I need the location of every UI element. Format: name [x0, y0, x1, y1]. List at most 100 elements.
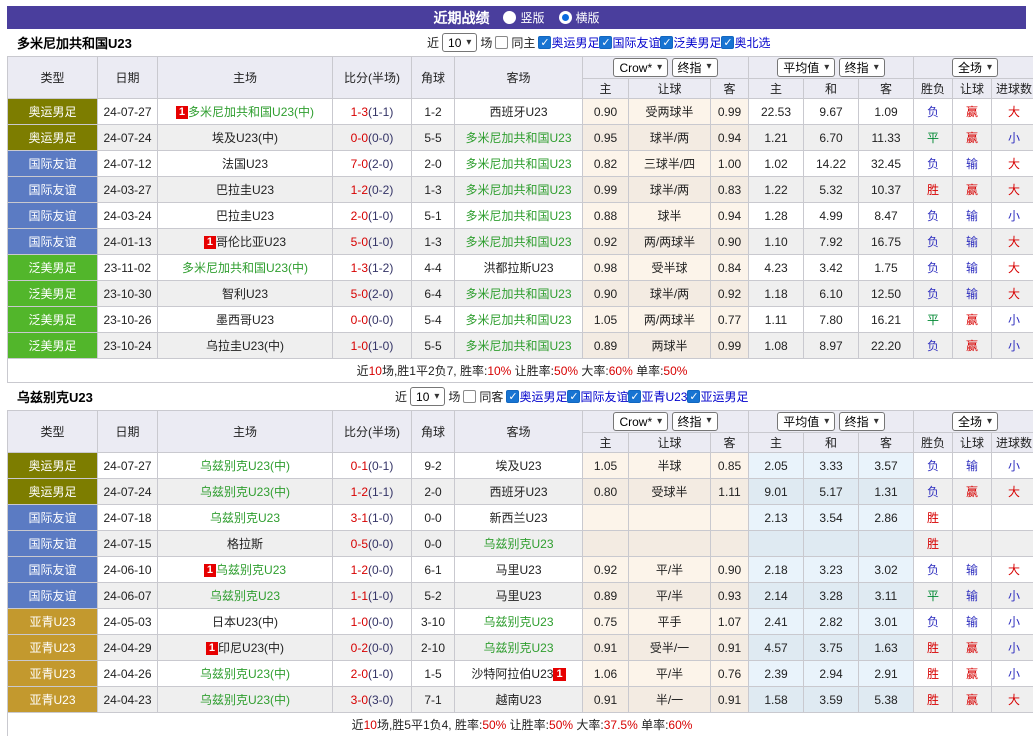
team-name: 马里U23 — [495, 589, 541, 603]
bookmaker-select[interactable]: Crow*▾ — [613, 412, 668, 431]
table-row: 国际友谊24-07-15格拉斯0-5(0-0)0-0乌兹别克U23胜 — [8, 531, 1033, 557]
competition-checkbox[interactable]: ✓ — [687, 390, 700, 403]
table-row: 国际友谊24-06-101乌兹别克U231-2(0-0)6-1马里U230.92… — [8, 557, 1033, 583]
away-odds: 0.92 — [711, 281, 749, 307]
home-team-cell: 乌兹别克U23(中) — [158, 661, 333, 687]
away-odds: 0.90 — [711, 557, 749, 583]
result-goals: 大 — [992, 281, 1033, 307]
corner-score: 2-0 — [412, 151, 455, 177]
result-handicap: 输 — [953, 203, 992, 229]
match-date: 24-01-13 — [98, 229, 158, 255]
scope-select[interactable]: 全场▾ — [952, 412, 998, 431]
competition-checkbox[interactable]: ✓ — [721, 36, 734, 49]
result-handicap — [953, 505, 992, 531]
competition-checkbox[interactable]: ✓ — [567, 390, 580, 403]
average-select[interactable]: 平均值▾ — [777, 412, 835, 431]
team-name: 墨西哥U23 — [216, 313, 274, 327]
halftime-score: (1-1) — [368, 485, 393, 499]
radio-vertical-label[interactable]: 竖版 — [520, 9, 544, 26]
table-row: 泛美男足23-11-02多米尼加共和国U23(中)1-3(1-2)4-4洪都拉斯… — [8, 255, 1033, 281]
average-select[interactable]: 平均值▾ — [777, 58, 835, 77]
final-odds-select[interactable]: 终指▾ — [672, 412, 718, 431]
radio-horizontal-icon[interactable] — [559, 11, 572, 24]
handicap-line: 半/一 — [629, 687, 711, 713]
competition-checkbox[interactable]: ✓ — [538, 36, 551, 49]
away-team-cell: 多米尼加共和国U23 — [455, 281, 583, 307]
competition-checkbox-label[interactable]: 奥运男足 — [551, 34, 599, 51]
score-cell: 0-0(0-0) — [333, 307, 412, 333]
handicap-line: 平手 — [629, 609, 711, 635]
halftime-score: (1-0) — [368, 209, 393, 223]
away-team-cell: 多米尼加共和国U23 — [455, 203, 583, 229]
result-handicap: 赢 — [953, 687, 992, 713]
avg-away-odds: 3.02 — [859, 557, 914, 583]
away-team-cell: 多米尼加共和国U23 — [455, 307, 583, 333]
result-goals: 小 — [992, 609, 1033, 635]
team-name: 多米尼加共和国U23 — [465, 183, 571, 197]
radio-horizontal-label[interactable]: 横版 — [576, 9, 600, 26]
avg-draw-odds: 7.92 — [804, 229, 859, 255]
away-team-cell: 乌兹别克U23 — [455, 635, 583, 661]
filter-controls: 近 10▾ 场 同客 ✓奥运男足✓国际友谊✓亚青U23✓亚运男足 — [395, 383, 749, 410]
competition-checkbox-label[interactable]: 亚运男足 — [700, 388, 748, 405]
final-odds-select-2[interactable]: 终指▾ — [839, 412, 885, 431]
competition-checkbox[interactable]: ✓ — [660, 36, 673, 49]
chevron-down-icon: ▾ — [987, 417, 992, 427]
radio-vertical-icon[interactable] — [503, 11, 516, 24]
final-odds-select[interactable]: 终指▾ — [672, 58, 718, 77]
radio-option-horizontal[interactable]: 横版 — [559, 9, 600, 26]
handicap-line: 球半 — [629, 203, 711, 229]
match-type-cell: 国际友谊 — [8, 177, 98, 203]
competition-checkbox-label[interactable]: 奥运男足 — [519, 388, 567, 405]
competition-checkbox[interactable]: ✓ — [506, 390, 519, 403]
avg-home-odds: 4.57 — [749, 635, 804, 661]
team-name: 法国U23 — [222, 157, 268, 171]
score-cell: 7-0(2-0) — [333, 151, 412, 177]
fulltime-score: 2-0 — [351, 209, 368, 223]
away-team-cell: 多米尼加共和国U23 — [455, 229, 583, 255]
results-body: 奥运男足24-07-27乌兹别克U23(中)0-1(0-1)9-2埃及U231.… — [8, 453, 1033, 713]
team-name: 乌兹别克U23(中) — [200, 459, 290, 473]
same-venue-checkbox[interactable] — [495, 36, 508, 49]
home-odds — [583, 531, 629, 557]
average-select-value: 平均值 — [783, 59, 819, 76]
competition-checkbox[interactable]: ✓ — [628, 390, 641, 403]
away-team-cell: 西班牙U23 — [455, 99, 583, 125]
match-count-select[interactable]: 10▾ — [442, 33, 477, 52]
col-result-wdl: 胜负 — [914, 79, 953, 99]
result-handicap: 赢 — [953, 307, 992, 333]
result-goals: 小 — [992, 453, 1033, 479]
summary-label: 场,胜1平2负7, 胜率: — [382, 364, 487, 378]
result-goals: 小 — [992, 333, 1033, 359]
scope-select[interactable]: 全场▾ — [952, 58, 998, 77]
competition-checkbox-label[interactable]: 亚青U23 — [641, 388, 687, 405]
home-team-cell: 乌拉圭U23(中) — [158, 333, 333, 359]
result-wdl: 胜 — [914, 635, 953, 661]
same-venue-checkbox[interactable] — [463, 390, 476, 403]
table-row: 国际友谊24-03-24巴拉圭U232-0(1-0)5-1多米尼加共和国U230… — [8, 203, 1033, 229]
radio-option-vertical[interactable]: 竖版 — [503, 9, 544, 26]
competition-checkbox-label[interactable]: 国际友谊 — [612, 34, 660, 51]
col-score: 比分(半场) — [333, 411, 412, 453]
home-team-cell: 1乌兹别克U23 — [158, 557, 333, 583]
competition-checkbox-label[interactable]: 国际友谊 — [580, 388, 628, 405]
table-row: 泛美男足23-10-26墨西哥U230-0(0-0)5-4多米尼加共和国U231… — [8, 307, 1033, 333]
fulltime-score: 3-0 — [351, 693, 368, 707]
score-cell: 3-1(1-0) — [333, 505, 412, 531]
team-name: 西班牙U23 — [489, 105, 547, 119]
score-cell: 1-1(1-0) — [333, 583, 412, 609]
competition-checkbox-label[interactable]: 奥北选 — [734, 34, 770, 51]
home-team-cell: 乌兹别克U23(中) — [158, 687, 333, 713]
match-count-select[interactable]: 10▾ — [410, 387, 445, 406]
corner-score: 4-4 — [412, 255, 455, 281]
match-type-cell: 奥运男足 — [8, 99, 98, 125]
home-team-cell: 埃及U23(中) — [158, 125, 333, 151]
competition-checkbox[interactable]: ✓ — [599, 36, 612, 49]
score-cell: 0-0(0-0) — [333, 125, 412, 151]
competition-checkbox-label[interactable]: 泛美男足 — [673, 34, 721, 51]
final-odds-select-2[interactable]: 终指▾ — [839, 58, 885, 77]
avg-home-odds: 2.18 — [749, 557, 804, 583]
away-team-cell: 埃及U23 — [455, 453, 583, 479]
bookmaker-select[interactable]: Crow*▾ — [613, 58, 668, 77]
avg-draw-odds: 9.67 — [804, 99, 859, 125]
